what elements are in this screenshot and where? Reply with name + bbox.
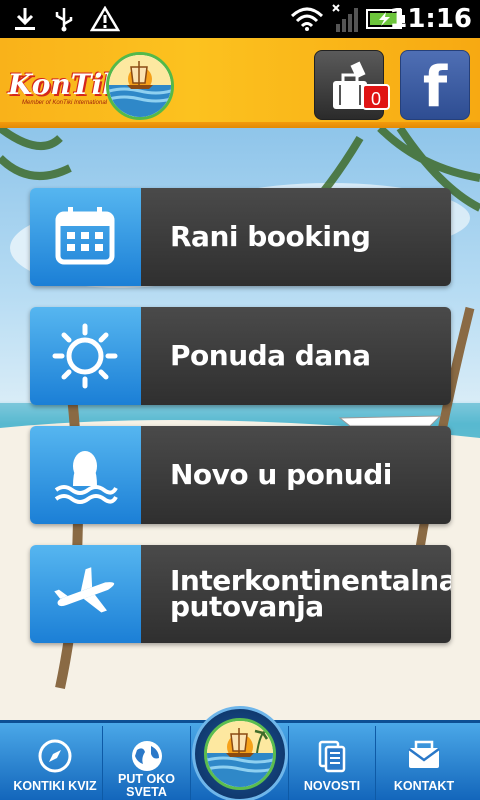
menu-item-label-line2: putovanja <box>170 590 324 623</box>
nav-item-kontakt[interactable]: KONTAKT <box>376 726 472 800</box>
menu-item-label: Ponuda dana <box>170 339 371 372</box>
logo-subtext: Member of KonTiki International <box>22 100 107 106</box>
cart-count-badge: 0 <box>362 84 390 110</box>
nav-item-put-oko-sveta[interactable]: PUT OKO SVETA <box>103 726 191 800</box>
wifi-icon <box>290 7 324 31</box>
usb-icon <box>55 8 73 32</box>
logo-emblem-icon <box>106 52 174 120</box>
globe-icon <box>131 741 162 771</box>
airplane-icon <box>54 567 115 613</box>
nav-item-kontiki-kviz[interactable]: KONTIKI KVIZ <box>8 726 103 800</box>
clock: 11:16 <box>389 4 472 34</box>
facebook-icon: f <box>422 55 448 120</box>
menu-item-label: Rani booking <box>170 220 371 253</box>
nav-label: PUT OKO SVETA <box>103 773 190 799</box>
menu-item-label: Interkontinentalna putovanja <box>170 545 451 643</box>
status-bar: 11:16 <box>0 0 480 38</box>
download-icon <box>15 8 35 30</box>
menu-item-novo-u-ponudi[interactable]: Novo u ponudi <box>30 426 451 524</box>
swimmer-icon <box>54 451 118 504</box>
menu-item-interkontinentalna-putovanja[interactable]: Interkontinentalna putovanja <box>30 545 451 643</box>
menu-item-rani-booking[interactable]: Rani booking <box>30 188 451 286</box>
mail-icon <box>408 740 440 768</box>
facebook-button[interactable]: f <box>400 50 470 120</box>
warning-icon <box>90 6 120 32</box>
menu-item-label: Novo u ponudi <box>170 458 392 491</box>
menu-item-ponuda-dana[interactable]: Ponuda dana <box>30 307 451 405</box>
nav-label-line2: SVETA <box>126 785 167 799</box>
app-header: KonTiki Member of KonTiki International … <box>0 38 480 128</box>
nav-label: KONTIKI KVIZ <box>13 779 97 793</box>
compass-icon <box>38 739 72 773</box>
logo-emblem-icon <box>204 718 276 790</box>
calendar-icon <box>55 207 115 265</box>
nav-label: NOVOSTI <box>303 779 361 793</box>
news-icon <box>318 740 346 773</box>
nav-label: KONTAKT <box>393 779 455 793</box>
home-logo-button[interactable] <box>192 706 288 800</box>
nav-item-novosti[interactable]: NOVOSTI <box>288 726 376 800</box>
signal-icon <box>332 4 358 32</box>
sun-icon <box>52 323 118 389</box>
